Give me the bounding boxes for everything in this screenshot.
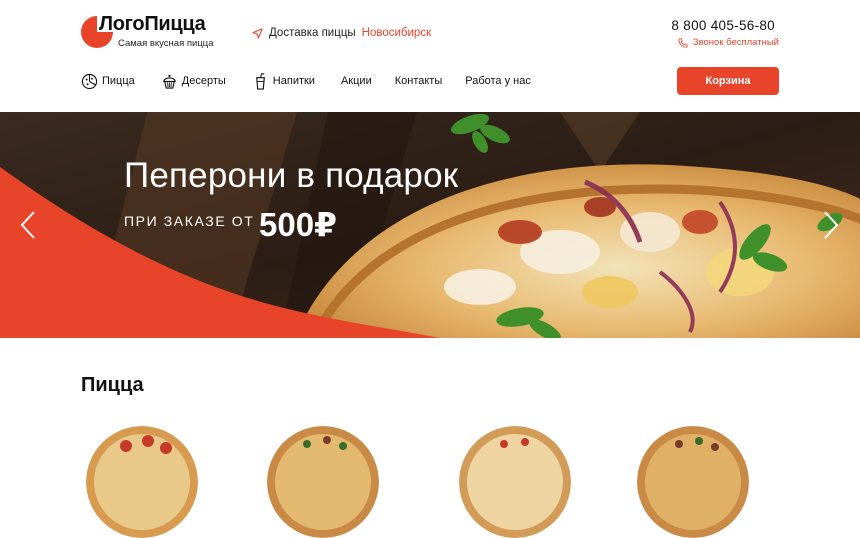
pizza-card-image[interactable] xyxy=(267,426,379,538)
menu-item-pizza[interactable]: Пицца xyxy=(81,73,135,90)
logo-subtitle: Самая вкусная пицца xyxy=(118,38,214,49)
pizza-card-image[interactable] xyxy=(459,426,571,538)
delivery-city-link[interactable]: Новосибирск xyxy=(362,27,431,39)
pizza-grid xyxy=(0,418,860,538)
hero-price: 500₽ xyxy=(259,206,338,243)
menu-item-label: Контакты xyxy=(394,75,443,87)
cart-button[interactable]: Корзина xyxy=(677,67,779,95)
menu-item-drinks[interactable]: Напитки xyxy=(252,72,315,90)
hero-banner: Пеперони в подарок ПРИ ЗАКАЗЕ ОТ 500₽ xyxy=(0,112,860,338)
menu-item-label: Десерты xyxy=(181,75,226,87)
menu-item-promotions[interactable]: Акции xyxy=(341,75,372,87)
menu-item-label: Акции xyxy=(340,75,372,87)
pizza-icon xyxy=(81,73,98,89)
pizza-card-image[interactable] xyxy=(86,426,198,538)
logo[interactable]: ЛогоПицца Самая вкусная пицца xyxy=(81,13,221,54)
logo-title: ЛогоПицца xyxy=(99,13,206,35)
phone-icon xyxy=(678,37,688,48)
free-call-link[interactable]: Звонок бесплатный xyxy=(678,37,779,48)
drink-icon xyxy=(255,72,265,90)
menu-item-desserts[interactable]: Десерты xyxy=(161,73,226,90)
menu-item-contacts[interactable]: Контакты xyxy=(395,75,443,87)
hero-title: Пеперони в подарок xyxy=(124,156,459,195)
main-menu: Пицца Десерты Напитки Акции Контакты Раб… xyxy=(81,70,554,92)
menu-item-label: Напитки xyxy=(272,75,315,87)
delivery-text: Доставка пиццы xyxy=(269,27,356,39)
slider-prev-arrow-icon[interactable] xyxy=(17,210,39,240)
delivery-info: Доставка пиццы Новосибирск xyxy=(252,27,431,39)
hero-subtitle: ПРИ ЗАКАЗЕ ОТ xyxy=(124,213,255,229)
free-call-label: Звонок бесплатный xyxy=(692,37,779,48)
cupcake-icon xyxy=(163,74,176,89)
menu-item-careers[interactable]: Работа у нас xyxy=(465,75,531,87)
slider-next-arrow-icon[interactable] xyxy=(820,210,842,240)
menu-item-label: Пицца xyxy=(102,75,135,87)
menu-item-label: Работа у нас xyxy=(465,75,531,87)
section-title-pizza: Пицца xyxy=(81,374,144,396)
site-header: ЛогоПицца Самая вкусная пицца Доставка п… xyxy=(0,0,860,112)
location-arrow-icon xyxy=(252,27,263,39)
pizza-card-image[interactable] xyxy=(637,426,749,538)
phone-number[interactable]: 8 800 405-56-80 xyxy=(671,18,775,33)
